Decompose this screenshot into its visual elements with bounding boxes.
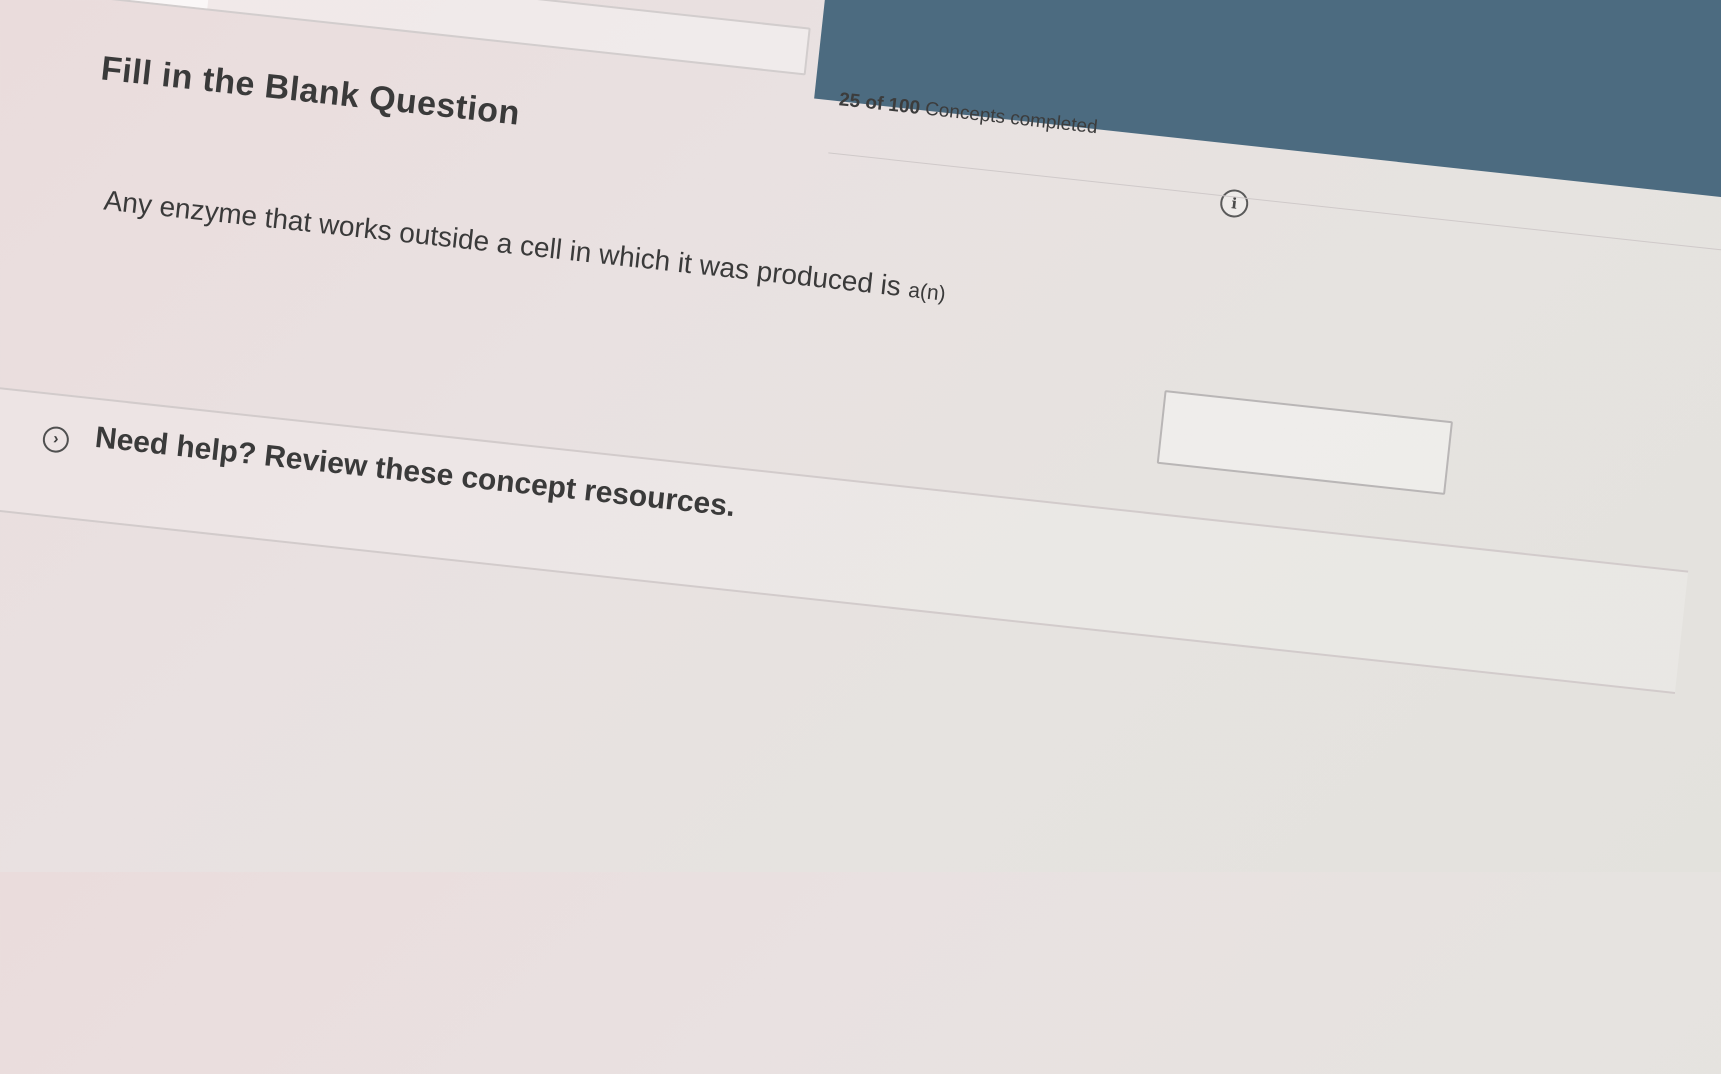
question-prompt: Any enzyme that works outside a cell in …: [102, 184, 947, 307]
answer-blank-input[interactable]: [1156, 390, 1453, 495]
question-prompt-text: Any enzyme that works outside a cell in …: [102, 184, 903, 302]
progress-completed: 25: [838, 89, 862, 113]
question-title: Fill in the Blank Question: [99, 49, 522, 133]
progress-total: 100: [887, 94, 922, 119]
question-prompt-suffix: a(n): [907, 278, 947, 306]
progress-of: of: [864, 92, 885, 115]
assignment-screen: 25 of 100 Concepts completed i Fill in t…: [0, 0, 1721, 1053]
help-toggle-glyph: ›: [52, 430, 60, 448]
info-icon[interactable]: i: [1218, 188, 1250, 219]
progress-fill: [8, 0, 213, 9]
